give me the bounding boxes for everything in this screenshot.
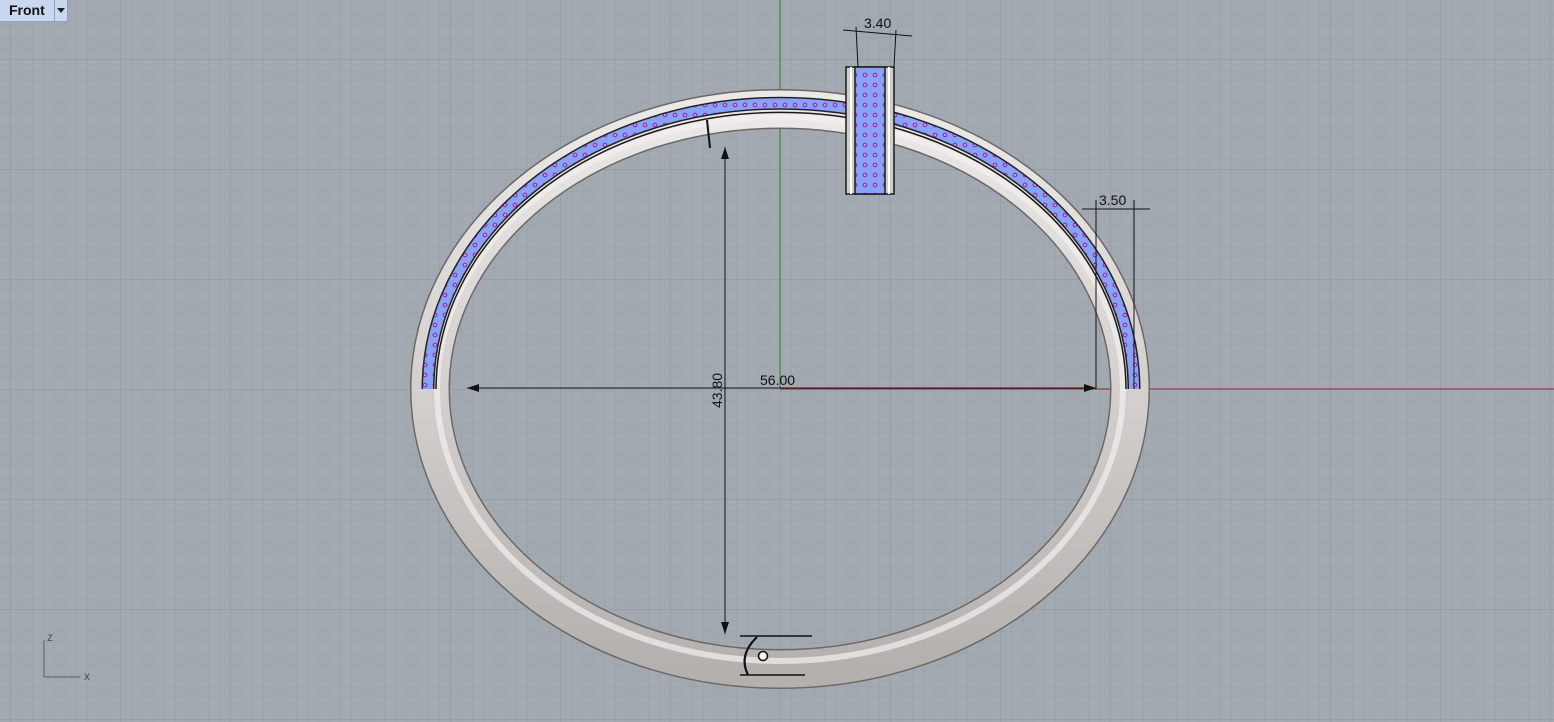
- front-viewport[interactable]: Front 3.40 3.50 56.00 43.80 z x: [0, 0, 1554, 722]
- dimension-label-height: 43.80: [709, 373, 725, 408]
- viewport-tab[interactable]: Front: [0, 0, 68, 22]
- dimension-label-width: 56.00: [760, 372, 795, 388]
- gizmo-x-label: x: [84, 669, 90, 683]
- dimension-label-top: 3.40: [864, 15, 891, 31]
- cross-bar-element[interactable]: [845, 66, 895, 195]
- chevron-down-icon[interactable]: [54, 0, 68, 22]
- dimension-label-side: 3.50: [1099, 192, 1126, 208]
- viewport-title[interactable]: Front: [0, 0, 55, 22]
- model-canvas[interactable]: 3.40 3.50 56.00 43.80 z x: [0, 0, 1554, 722]
- gizmo-z-label: z: [47, 630, 53, 644]
- clasp-pin-icon: [757, 650, 769, 662]
